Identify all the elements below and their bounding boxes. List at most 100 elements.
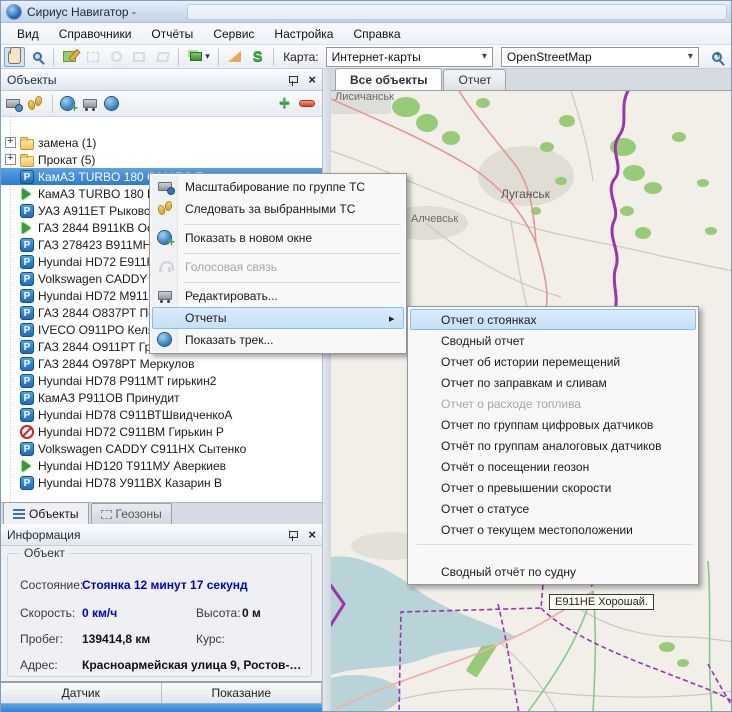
tree-expander[interactable] xyxy=(5,443,16,454)
map-search-button[interactable] xyxy=(707,47,728,67)
titlebar[interactable]: Сириус Навигатор - xyxy=(1,1,731,23)
context-menu-item[interactable]: Следовать за выбранными ТС xyxy=(152,198,404,220)
submenu-item[interactable]: Отчет о статусе xyxy=(410,498,696,519)
tree-item[interactable]: Прокат (5) xyxy=(1,151,322,168)
tree-expander[interactable] xyxy=(5,324,16,335)
submenu-item[interactable]: Отчет по заправкам и сливам xyxy=(410,372,696,393)
context-menu-item[interactable]: Отчеты xyxy=(152,307,404,329)
tree-expander[interactable] xyxy=(5,154,16,165)
sensor-column-header[interactable]: Датчик xyxy=(1,683,162,703)
tree-item[interactable]: Hyundai HD78 Р911МТ гирькин2 xyxy=(1,372,322,389)
submenu-item-label: Отчёт о посещении геозон xyxy=(441,460,589,474)
tree-expander[interactable] xyxy=(5,392,16,403)
tree-expander[interactable] xyxy=(5,477,16,488)
tree-expander[interactable] xyxy=(5,171,16,182)
tree-expander[interactable] xyxy=(5,137,16,148)
polygon-geozone-button[interactable] xyxy=(152,47,173,67)
panel-splitter[interactable] xyxy=(323,69,331,711)
submenu-item[interactable]: Отчет по группам цифровых датчиков xyxy=(410,414,696,435)
submenu-item[interactable]: Отчёт о посещении геозон xyxy=(410,456,696,477)
submenu-item[interactable]: Сводный отчёт по судну xyxy=(410,561,696,582)
context-menu-item[interactable]: Голосовая связь xyxy=(152,256,404,278)
circle-geozone-button[interactable] xyxy=(106,47,127,67)
ruler-button[interactable] xyxy=(224,47,245,67)
pin-icon[interactable] xyxy=(288,74,298,86)
submenu-item[interactable]: Отчет о текущем местоположении xyxy=(410,519,696,540)
select-region-button[interactable] xyxy=(82,47,103,67)
pin-icon[interactable] xyxy=(288,529,298,541)
find-vehicle-icon[interactable] xyxy=(5,96,23,112)
close-icon[interactable]: × xyxy=(308,528,316,541)
tree-item[interactable]: Hyundai HD120 Т911МУ Аверкиев xyxy=(1,457,322,474)
tree-item[interactable]: Hyundai HD78 С911ВТШвидченкоА xyxy=(1,406,322,423)
vehicle-icon[interactable] xyxy=(82,96,100,112)
tree-expander[interactable] xyxy=(5,341,16,352)
submenu-item[interactable]: Отчет об истории перемещений xyxy=(410,351,696,372)
submenu-item[interactable]: Отчет о расходе топлива xyxy=(410,393,696,414)
submenu-item[interactable]: Сводный отчет xyxy=(410,330,696,351)
tree-expander[interactable] xyxy=(5,375,16,386)
tree-expander[interactable] xyxy=(5,188,16,199)
globe-icon[interactable] xyxy=(104,96,122,112)
map-edit-button[interactable] xyxy=(59,47,80,67)
context-menu-item[interactable]: Показать трек... xyxy=(152,329,404,351)
close-icon[interactable]: × xyxy=(308,73,316,86)
tree-expander[interactable] xyxy=(5,307,16,318)
panel-tab[interactable]: Геозоны xyxy=(91,503,172,524)
submenu-item[interactable] xyxy=(410,540,696,561)
tree-item[interactable]: Hyundai HD72 С911ВМ Гирькин Р xyxy=(1,423,322,440)
tree-expander[interactable] xyxy=(5,239,16,250)
hand-tool-button[interactable] xyxy=(4,47,25,67)
sensor-selected-row[interactable] xyxy=(1,704,322,712)
tree-expander[interactable] xyxy=(5,205,16,216)
tree-expander[interactable] xyxy=(5,222,16,233)
tree-item[interactable]: Hyundai HD78 У911ВХ Казарин В xyxy=(1,474,322,491)
tree-expander[interactable] xyxy=(5,460,16,471)
globe-add-icon[interactable] xyxy=(60,96,78,112)
tree-expander[interactable] xyxy=(5,426,16,437)
submenu-item[interactable]: Отчет о стоянках xyxy=(410,309,696,330)
route-button[interactable]: S xyxy=(247,47,268,67)
tree-item[interactable]: ГАЗ 2844 О978РТ Меркулов xyxy=(1,355,322,372)
menubar-item[interactable]: Справочники xyxy=(49,24,142,44)
map-type-combo[interactable]: Интернет-карты ▾ xyxy=(326,47,493,67)
context-menu-item[interactable]: Показать в новом окне xyxy=(152,227,404,249)
zoom-tool-button[interactable] xyxy=(27,47,48,67)
tree-expander[interactable] xyxy=(5,358,16,369)
submenu-item[interactable]: Отчёт по группам аналоговых датчиков xyxy=(410,435,696,456)
menubar-item[interactable]: Сервис xyxy=(203,24,264,44)
tree-item-label: Hyundai HD72 E911Н xyxy=(38,255,155,269)
toolbar-separator xyxy=(53,48,54,66)
menubar-item[interactable]: Настройка xyxy=(264,24,343,44)
tree-expander[interactable] xyxy=(5,256,16,267)
tree-item-label: замена (1) xyxy=(38,136,96,150)
context-menu-item[interactable] xyxy=(152,220,404,227)
menubar-item[interactable]: Вид xyxy=(7,24,49,44)
tree-item[interactable]: Volkswagen CADDY С911НХ Сытенко xyxy=(1,440,322,457)
map-tab[interactable]: Все объекты xyxy=(335,68,442,90)
menubar-item[interactable]: Отчёты xyxy=(141,24,203,44)
panel-tab[interactable]: Объекты xyxy=(3,502,89,524)
menubar-item[interactable]: Справка xyxy=(343,24,410,44)
rect-geozone-button[interactable] xyxy=(129,47,150,67)
map-provider-combo[interactable]: OpenStreetMap ▾ xyxy=(501,47,699,67)
tree-item[interactable]: замена (1) xyxy=(1,134,322,151)
follow-icon[interactable] xyxy=(27,96,45,112)
context-menu-item[interactable] xyxy=(152,278,404,285)
context-menu-item[interactable] xyxy=(152,249,404,256)
tree-expander[interactable] xyxy=(5,273,16,284)
tree-expander[interactable] xyxy=(5,290,16,301)
tree-expander[interactable] xyxy=(5,409,16,420)
remove-object-button[interactable] xyxy=(300,101,314,106)
info-panel-body: Объект Состояние: Стоянка 12 минут 17 се… xyxy=(1,546,322,681)
add-object-button[interactable]: + xyxy=(279,94,290,113)
caret-down-icon: ▾ xyxy=(205,51,210,62)
tree-item[interactable]: КамАЗ Р911ОВ Принудит xyxy=(1,389,322,406)
context-menu-item[interactable]: Редактировать... xyxy=(152,285,404,307)
tree-item-label: УАЗ А911ЕТ Рыковск xyxy=(38,204,155,218)
submenu-item[interactable]: Отчет о превышении скорости xyxy=(410,477,696,498)
context-menu-item[interactable]: Масштабирование по группе ТС xyxy=(152,176,404,198)
map-tab[interactable]: Отчет xyxy=(443,69,506,90)
layers-button[interactable]: ▾ xyxy=(184,47,213,67)
sensor-column-header[interactable]: Показание xyxy=(162,683,323,703)
